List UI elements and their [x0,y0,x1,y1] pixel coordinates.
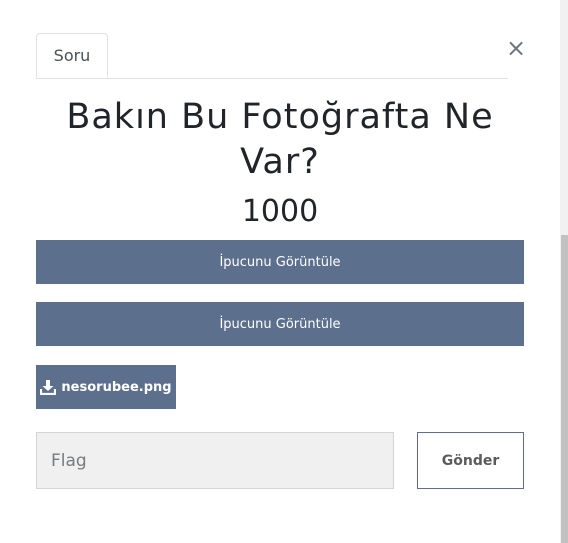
challenge-title: Bakın Bu Fotoğrafta Ne Var? [66,97,494,182]
tab-divider [36,78,508,79]
download-icon [40,379,57,395]
view-hint-button-1[interactable]: İpucunu Görüntüle [36,240,524,284]
close-icon[interactable]: × [504,34,528,62]
challenge-points: 1000 [241,194,319,229]
hint-button-label: İpucunu Görüntüle [219,254,341,270]
scrollbar-thumb[interactable] [561,235,568,543]
flag-input[interactable] [36,432,394,489]
file-name: nesorubee.png [61,379,172,395]
file-download-button[interactable]: nesorubee.png [36,365,176,409]
hint-button-label: İpucunu Görüntüle [219,316,341,332]
tab-question[interactable]: Soru [36,33,108,78]
submit-button[interactable]: Gönder [417,432,524,489]
view-hint-button-2[interactable]: İpucunu Görüntüle [36,302,524,346]
tab-label: Soru [53,46,91,65]
